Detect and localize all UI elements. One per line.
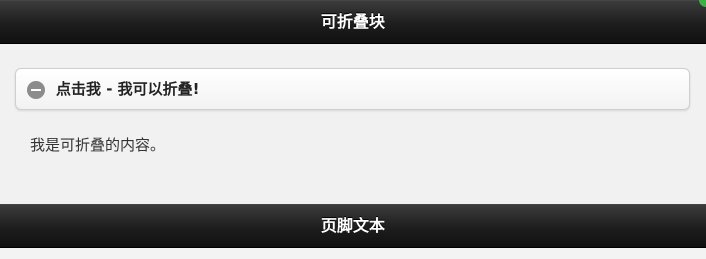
collapsible-toggle[interactable]: 点击我 - 我可以折叠! <box>15 68 690 110</box>
page-bottom-area <box>0 248 706 259</box>
header-bar: 可折叠块 <box>0 0 706 44</box>
page-title: 可折叠块 <box>320 12 385 31</box>
collapsible-heading: 点击我 - 我可以折叠! <box>56 80 200 98</box>
footer-bar: 页脚文本 <box>0 204 706 248</box>
minus-circle-icon <box>27 81 45 99</box>
collapsible-content: 我是可折叠的内容。 <box>30 136 166 154</box>
footer-text: 页脚文本 <box>320 216 385 235</box>
page: 可折叠块 点击我 - 我可以折叠! 我是可折叠的内容。 页脚文本 <box>0 0 706 259</box>
